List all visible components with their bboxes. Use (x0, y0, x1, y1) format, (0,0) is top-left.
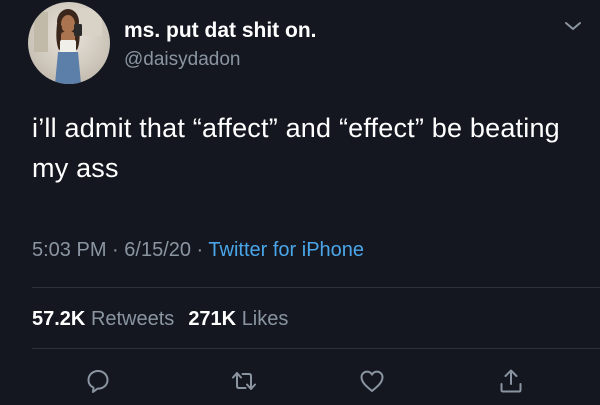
avatar-photo (34, 8, 102, 84)
chevron-down-icon[interactable] (562, 18, 584, 34)
heart-icon[interactable] (358, 367, 386, 395)
tweet-date[interactable]: 6/15/20 (124, 239, 191, 261)
tweet-stats: 57.2K Retweets 271K Likes (32, 305, 288, 333)
reply-icon[interactable] (84, 367, 112, 395)
retweets-stat[interactable]: 57.2K Retweets (32, 308, 174, 330)
retweet-icon[interactable] (230, 367, 258, 395)
meta-separator: · (191, 239, 209, 261)
tweet-meta: 5:03 PM · 6/15/20 · Twitter for iPhone (32, 236, 364, 264)
tweet-time[interactable]: 5:03 PM (32, 239, 106, 261)
meta-separator: · (106, 239, 125, 261)
share-icon[interactable] (497, 367, 525, 395)
user-info: ms. put dat shit on. @daisydadon (124, 18, 317, 73)
likes-count: 271K (188, 308, 237, 330)
tweet-card: ms. put dat shit on. @daisydadon i’ll ad… (0, 0, 600, 405)
likes-stat[interactable]: 271K Likes (188, 308, 288, 330)
likes-label: Likes (241, 308, 289, 330)
retweets-label: Retweets (90, 308, 175, 330)
display-name[interactable]: ms. put dat shit on. (124, 18, 317, 44)
tweet-text: i’ll admit that “affect” and “effect” be… (32, 113, 560, 183)
retweets-count: 57.2K (32, 308, 86, 330)
divider (32, 287, 600, 288)
user-handle[interactable]: @daisydadon (124, 47, 317, 73)
avatar[interactable] (28, 2, 110, 84)
tweet-source-link[interactable]: Twitter for iPhone (208, 239, 364, 261)
divider (32, 348, 600, 349)
